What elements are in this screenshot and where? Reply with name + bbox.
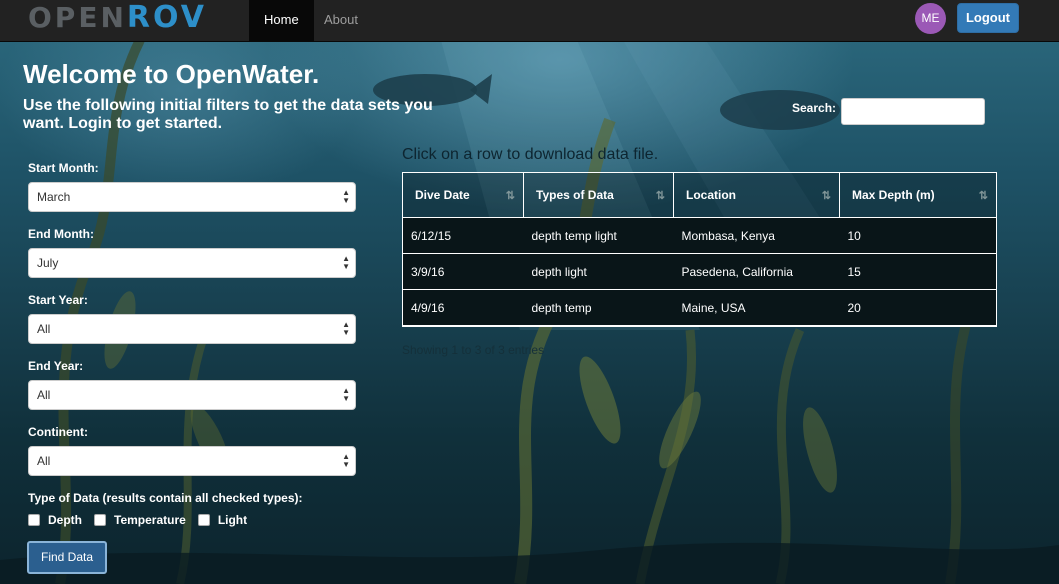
sort-icon: ⇅ xyxy=(505,190,515,202)
brand-logo[interactable]: OPEN ROV xyxy=(28,0,207,35)
cell-types: depth temp light xyxy=(523,217,674,254)
end-year-value: All xyxy=(37,388,51,402)
column-header-label: Max Depth (m) xyxy=(852,188,935,202)
sort-icon: ⇅ xyxy=(655,190,665,202)
data-type-label: Type of Data (results contain all checke… xyxy=(28,491,303,505)
start-year-select[interactable]: All ▲ ▼ xyxy=(28,314,356,344)
end-month-value: July xyxy=(37,256,59,270)
column-header-label: Types of Data xyxy=(536,188,614,202)
checkbox-label: Temperature xyxy=(114,513,186,527)
column-header-label: Dive Date xyxy=(415,188,470,202)
column-header-location[interactable]: Location ⇅ xyxy=(673,172,840,218)
select-arrows-icon: ▲ ▼ xyxy=(342,386,350,403)
avatar[interactable]: ME xyxy=(915,3,946,34)
column-header-max-depth[interactable]: Max Depth (m) ⇅ xyxy=(839,172,997,218)
select-arrows-icon: ▲ ▼ xyxy=(342,188,350,205)
navbar: OPEN ROV Home About ME Logout xyxy=(0,0,1059,42)
select-arrows-icon: ▲ ▼ xyxy=(342,452,350,469)
start-month-value: March xyxy=(37,190,71,204)
checkbox-box[interactable] xyxy=(94,514,106,526)
cell-dive-date: 3/9/16 xyxy=(402,253,524,290)
search-label: Search: xyxy=(792,101,837,115)
cell-types: depth temp xyxy=(523,289,674,327)
cell-max-depth: 10 xyxy=(839,217,997,254)
cell-max-depth: 15 xyxy=(839,253,997,290)
cell-types: depth light xyxy=(523,253,674,290)
table-header-row: Dive Date ⇅ Types of Data ⇅ Location ⇅ M… xyxy=(402,172,997,218)
checkbox-label: Light xyxy=(217,513,248,527)
sort-icon: ⇅ xyxy=(978,190,988,202)
select-arrows-icon: ▲ ▼ xyxy=(342,254,350,271)
table-row[interactable]: 4/9/16 depth temp Maine, USA 20 xyxy=(402,289,997,327)
start-month-select[interactable]: March ▲ ▼ xyxy=(28,182,356,212)
nav-about[interactable]: About xyxy=(309,0,373,41)
checkbox-label: Depth xyxy=(48,513,82,527)
select-arrows-icon: ▲ ▼ xyxy=(342,320,350,337)
cell-location: Mombasa, Kenya xyxy=(673,217,840,254)
table-info: Showing 1 to 3 of 3 entries xyxy=(402,343,545,357)
sort-icon: ⇅ xyxy=(821,190,831,202)
column-header-dive-date[interactable]: Dive Date ⇅ xyxy=(402,172,524,218)
checkbox-depth[interactable]: Depth xyxy=(28,513,82,527)
cell-dive-date: 6/12/15 xyxy=(402,217,524,254)
continent-select[interactable]: All ▲ ▼ xyxy=(28,446,356,476)
table-row[interactable]: 3/9/16 depth light Pasedena, California … xyxy=(402,253,997,290)
cell-max-depth: 20 xyxy=(839,289,997,327)
checkbox-box[interactable] xyxy=(197,514,210,526)
brand-text: OPEN xyxy=(28,0,127,34)
dive-data-table: Dive Date ⇅ Types of Data ⇅ Location ⇅ M… xyxy=(402,172,997,327)
table-hint: Click on a row to download data file. xyxy=(402,146,659,163)
continent-value: All xyxy=(37,454,51,468)
end-year-label: End Year: xyxy=(28,359,84,373)
checkbox-box[interactable] xyxy=(28,514,40,526)
start-year-label: Start Year: xyxy=(28,293,88,307)
cell-location: Pasedena, California xyxy=(673,253,840,290)
brand-text-accent: ROV xyxy=(126,0,207,35)
find-data-button[interactable]: Find Data xyxy=(27,541,107,574)
column-header-label: Location xyxy=(686,188,736,202)
start-year-value: All xyxy=(37,322,51,336)
data-type-checkboxes: Depth Temperature Light xyxy=(28,513,259,527)
logout-button[interactable]: Logout xyxy=(957,3,1019,33)
end-month-label: End Month: xyxy=(28,227,94,241)
end-month-select[interactable]: July ▲ ▼ xyxy=(28,248,356,278)
checkbox-light[interactable]: Light xyxy=(197,513,248,527)
continent-label: Continent: xyxy=(28,425,88,439)
start-month-label: Start Month: xyxy=(28,161,99,175)
page-subtitle: Use the following initial filters to get… xyxy=(23,97,433,132)
column-header-types[interactable]: Types of Data ⇅ xyxy=(523,172,674,218)
search-input[interactable] xyxy=(841,98,985,125)
cell-location: Maine, USA xyxy=(673,289,840,327)
page-title: Welcome to OpenWater. xyxy=(23,59,320,89)
checkbox-temperature[interactable]: Temperature xyxy=(94,513,186,527)
end-year-select[interactable]: All ▲ ▼ xyxy=(28,380,356,410)
cell-dive-date: 4/9/16 xyxy=(402,289,524,327)
nav-home[interactable]: Home xyxy=(249,0,314,41)
table-row[interactable]: 6/12/15 depth temp light Mombasa, Kenya … xyxy=(402,217,997,254)
